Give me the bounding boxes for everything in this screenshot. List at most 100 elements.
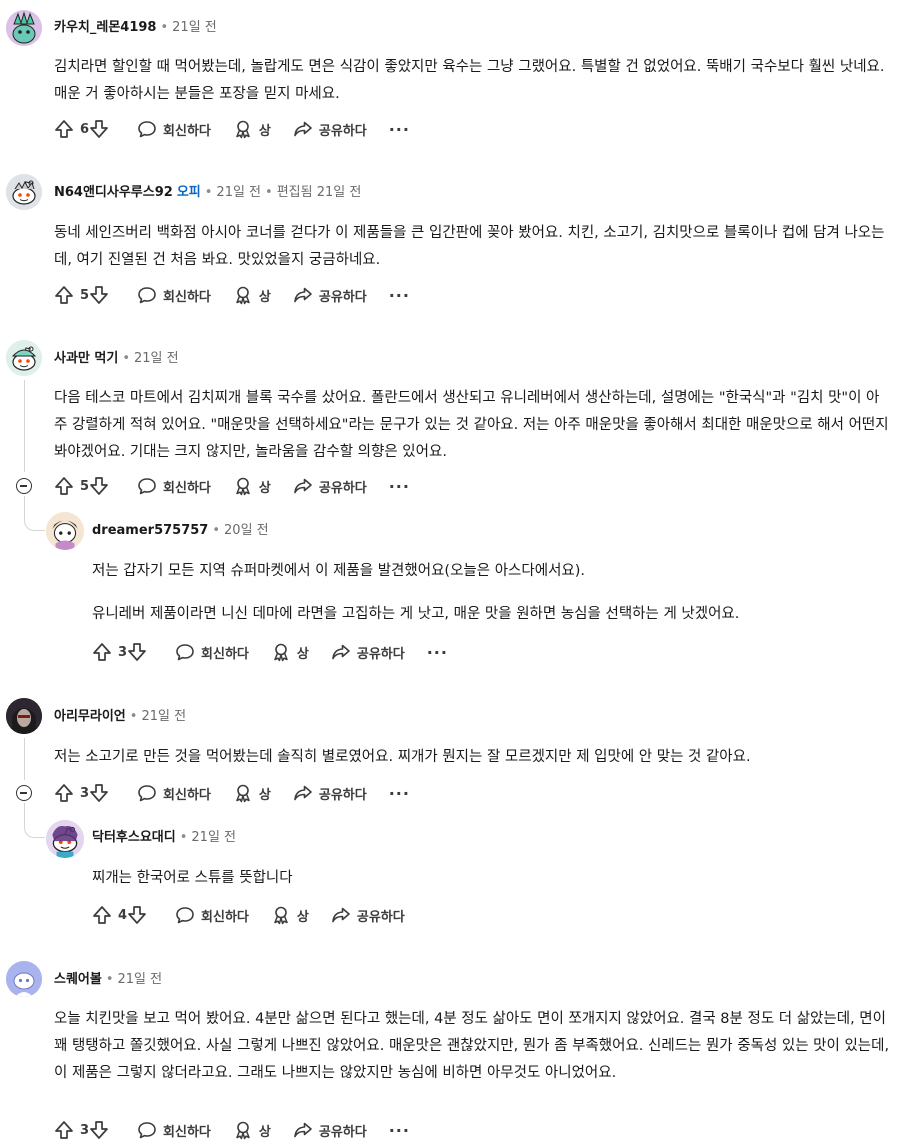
more-options-button[interactable]: ···: [389, 477, 410, 496]
avatar[interactable]: [46, 512, 84, 550]
collapse-thread-button[interactable]: [16, 478, 32, 494]
reply-button[interactable]: 회신하다: [137, 285, 211, 305]
share-button[interactable]: 공유하다: [331, 642, 405, 662]
upvote-button[interactable]: [54, 783, 74, 803]
award-button[interactable]: 상: [233, 119, 271, 139]
award-label: 상: [258, 787, 271, 803]
award-icon: [233, 119, 253, 139]
reply-button[interactable]: 회신하다: [137, 119, 211, 139]
upvote-button[interactable]: [54, 1120, 74, 1140]
timestamp[interactable]: 21일 전: [141, 709, 186, 724]
award-button[interactable]: 상: [233, 783, 271, 803]
author-name[interactable]: 아리무라이언: [54, 709, 126, 724]
upvote-button[interactable]: [54, 476, 74, 496]
upvote-button[interactable]: [54, 285, 74, 305]
award-button[interactable]: 상: [271, 642, 309, 662]
reply-button[interactable]: 회신하다: [137, 1120, 211, 1140]
upvote-button[interactable]: [92, 905, 112, 925]
more-icon: ···: [388, 119, 410, 139]
comment-meta: 닥터후스요대디 • 21일 전: [92, 826, 236, 850]
author-name[interactable]: N64앤디사우루스92: [54, 185, 173, 200]
author-name[interactable]: 닥터후스요대디: [92, 830, 176, 845]
comment-body: 다음 테스코 마트에서 김치찌개 블록 국수를 샀어요. 폴란드에서 생산되고 …: [54, 385, 890, 466]
downvote-button[interactable]: [89, 476, 109, 496]
separator-dot: •: [160, 20, 169, 35]
timestamp[interactable]: 21일 전: [216, 185, 261, 200]
reply-button[interactable]: 회신하다: [175, 642, 249, 662]
share-button[interactable]: 공유하다: [293, 285, 367, 305]
avatar[interactable]: [6, 698, 42, 734]
comment-text: 김치라면 할인할 때 먹어봤는데, 놀랍게도 면은 식감이 좋았지만 육수는 그…: [54, 59, 885, 102]
downvote-button[interactable]: [89, 1120, 109, 1140]
award-icon: [271, 642, 291, 662]
comment-body: 김치라면 할인할 때 먹어봤는데, 놀랍게도 면은 식감이 좋았지만 육수는 그…: [54, 54, 890, 108]
avatar[interactable]: [6, 10, 42, 46]
downvote-button[interactable]: [89, 285, 109, 305]
share-button[interactable]: 공유하다: [293, 119, 367, 139]
avatar-icon: [6, 340, 42, 376]
action-bar: 4 회신하다 상 공유하다: [92, 902, 427, 928]
share-button[interactable]: 공유하다: [293, 783, 367, 803]
comment-text: 오늘 치킨맛을 보고 먹어 봤어요. 4분만 삶으면 된다고 했는데, 4분 정…: [54, 1011, 890, 1081]
more-options-button[interactable]: ···: [389, 286, 410, 305]
author-name[interactable]: 카우치_레몬4198: [54, 20, 156, 35]
reply-button[interactable]: 회신하다: [137, 476, 211, 496]
share-button[interactable]: 공유하다: [293, 476, 367, 496]
avatar-icon: [6, 961, 42, 997]
reply-label: 회신하다: [201, 909, 249, 925]
author-name[interactable]: dreamer575757: [92, 523, 208, 538]
timestamp[interactable]: 20일 전: [224, 523, 269, 538]
author-name[interactable]: 사과만 먹기: [54, 351, 118, 366]
more-icon: ···: [388, 783, 410, 803]
collapse-thread-button[interactable]: [16, 785, 32, 801]
downvote-button[interactable]: [89, 119, 109, 139]
reply-button[interactable]: 회신하다: [137, 783, 211, 803]
more-options-button[interactable]: ···: [389, 1121, 410, 1140]
share-label: 공유하다: [318, 123, 367, 139]
upvote-button[interactable]: [92, 642, 112, 662]
award-label: 상: [296, 646, 309, 662]
award-label: 상: [258, 123, 271, 139]
downvote-button[interactable]: [89, 783, 109, 803]
separator-dot: •: [204, 185, 213, 200]
separator-dot: •: [122, 351, 130, 366]
timestamp[interactable]: 21일 전: [134, 351, 179, 366]
comment-body: 저는 소고기로 만든 것을 먹어봤는데 솔직히 별로였어요. 찌개가 뭔지는 잘…: [54, 744, 890, 771]
avatar-icon: [6, 698, 42, 734]
timestamp[interactable]: 21일 전: [118, 972, 163, 987]
upvote-button[interactable]: [54, 119, 74, 139]
comment-meta: dreamer575757 • 20일 전: [92, 519, 269, 543]
reply-icon: [175, 905, 195, 925]
more-options-button[interactable]: ···: [389, 120, 410, 139]
downvote-button[interactable]: [127, 642, 147, 662]
avatar[interactable]: [46, 820, 84, 858]
avatar[interactable]: [6, 340, 42, 376]
downvote-icon: [89, 119, 109, 139]
author-name[interactable]: 스퀘어볼: [54, 972, 102, 987]
comment-meta: 스퀘어볼 • 21일 전: [54, 968, 162, 992]
action-bar: 3 회신하다 상 공유하다 ···: [54, 780, 432, 806]
share-label: 공유하다: [356, 646, 405, 662]
timestamp[interactable]: 21일 전: [172, 20, 217, 35]
share-button[interactable]: 공유하다: [331, 905, 405, 925]
comment-text: 저는 소고기로 만든 것을 먹어봤는데 솔직히 별로였어요. 찌개가 뭔지는 잘…: [54, 749, 751, 765]
thread-connector: [24, 496, 45, 531]
award-icon: [271, 905, 291, 925]
downvote-button[interactable]: [127, 905, 147, 925]
award-button[interactable]: 상: [271, 905, 309, 925]
award-button[interactable]: 상: [233, 476, 271, 496]
timestamp[interactable]: 21일 전: [191, 830, 236, 845]
reply-label: 회신하다: [201, 646, 249, 662]
avatar[interactable]: [6, 961, 42, 997]
vote-count: 4: [118, 907, 128, 923]
more-options-button[interactable]: ···: [389, 784, 410, 803]
award-icon: [233, 285, 253, 305]
award-button[interactable]: 상: [233, 285, 271, 305]
reply-button[interactable]: 회신하다: [175, 905, 249, 925]
reply-label: 회신하다: [163, 123, 211, 139]
more-options-button[interactable]: ···: [427, 643, 448, 662]
avatar[interactable]: [6, 174, 42, 210]
share-button[interactable]: 공유하다: [293, 1120, 367, 1140]
thread-connector: [24, 803, 45, 838]
award-button[interactable]: 상: [233, 1120, 271, 1140]
